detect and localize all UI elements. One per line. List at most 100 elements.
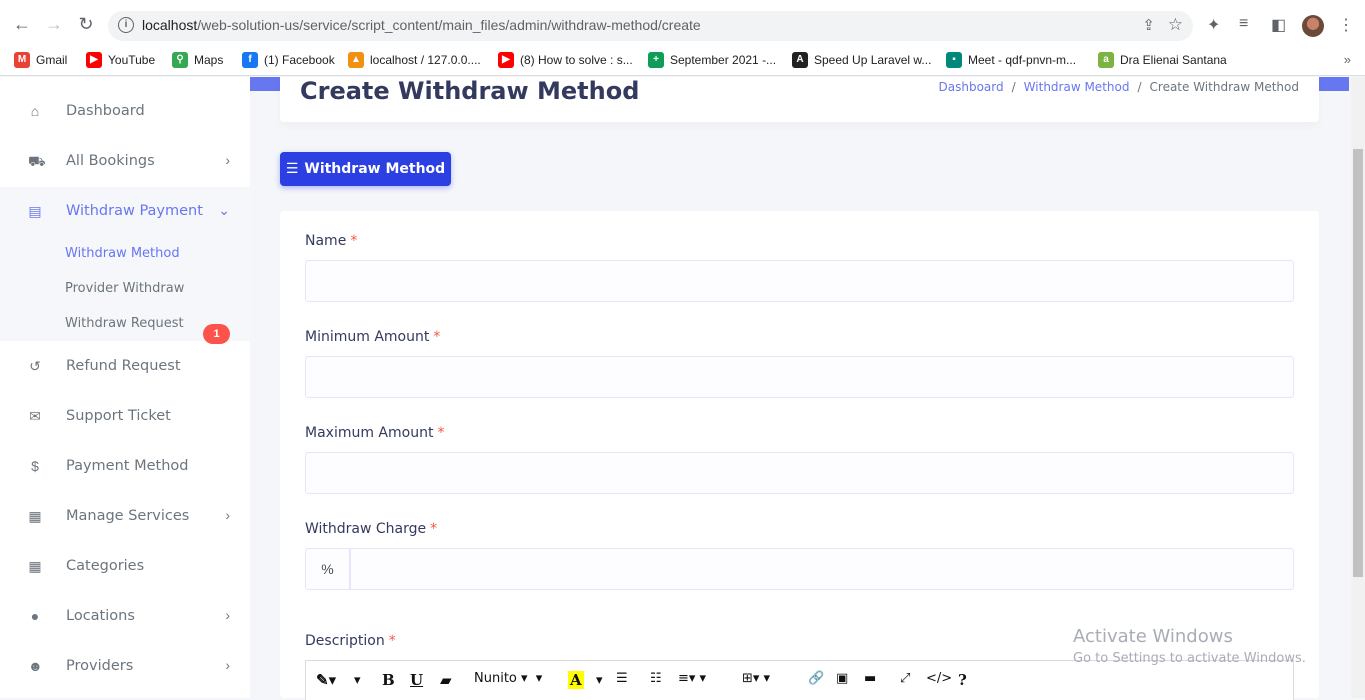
sidebar-item-manage-services[interactable]: ▦ Manage Services ›	[0, 492, 250, 542]
caret-down-icon[interactable]: ▾	[596, 673, 603, 688]
align-icon[interactable]: ≡▾ ▾	[678, 671, 706, 686]
laravel-icon: A	[792, 52, 808, 68]
breadcrumb: Dashboard / Withdraw Method / Create Withdra…	[939, 80, 1299, 94]
header-accent	[1319, 77, 1349, 91]
sidebar-item-categories[interactable]: ▦ Categories	[0, 542, 250, 592]
sidebar-item-withdraw-payment[interactable]: ▤ Withdraw Payment ⌄	[0, 187, 250, 237]
withdraw-charge-label: Withdraw Charge *	[305, 521, 437, 537]
unordered-list-icon[interactable]: ☰	[616, 671, 628, 686]
percent-prepend: %	[305, 548, 350, 590]
sidebar-item-label: Refund Request	[66, 358, 181, 374]
required-mark: *	[388, 633, 396, 649]
extensions-icon[interactable]: ✦	[1207, 15, 1220, 35]
code-view-icon[interactable]: </>	[926, 671, 952, 686]
url-text[interactable]: localhost/web-solution-us/service/script…	[142, 17, 701, 33]
maximum-amount-label: Maximum Amount *	[305, 425, 444, 441]
image-icon[interactable]: ▣	[836, 671, 848, 686]
caret-down-icon[interactable]: ▾	[354, 673, 361, 688]
sidebar-item-label: Categories	[66, 558, 145, 574]
maximum-amount-input[interactable]	[305, 452, 1294, 494]
bookmark-star-icon[interactable]: ☆	[1168, 15, 1183, 35]
withdraw-charge-label-text: Withdraw Charge	[305, 521, 427, 537]
profile-avatar[interactable]	[1302, 15, 1324, 37]
minimum-amount-label: Minimum Amount *	[305, 329, 440, 345]
bookmark-item[interactable]: f (1) Facebook	[242, 52, 335, 68]
withdraw-method-list-button[interactable]: ☰ Withdraw Method	[280, 152, 451, 186]
bookmark-label: localhost / 127.0.0....	[370, 53, 481, 67]
bookmark-label: Maps	[194, 53, 224, 67]
reload-icon[interactable]: ↻	[76, 14, 96, 34]
bookmark-item[interactable]: A Speed Up Laravel w...	[792, 52, 931, 68]
side-panel-icon[interactable]: ◧	[1271, 15, 1286, 35]
url-path: /web-solution-us/service/script_content/…	[197, 17, 701, 33]
text-color-icon[interactable]: A	[568, 671, 584, 689]
bookmark-item[interactable]: ▶ YouTube	[86, 52, 155, 68]
bold-icon[interactable]: B	[382, 671, 395, 689]
address-bar[interactable]: i localhost/web-solution-us/service/scri…	[108, 11, 1193, 41]
section-header: Create Withdraw Method Dashboard / Withdra…	[280, 77, 1319, 122]
bookmarks-overflow-icon[interactable]: »	[1344, 52, 1351, 67]
bookmark-label: (8) How to solve : s...	[520, 53, 633, 67]
bookmark-item[interactable]: ▲ localhost / 127.0.0....	[348, 52, 481, 68]
bookmark-item[interactable]: ▪ Meet - qdf-pnvn-m...	[946, 52, 1076, 68]
bookmark-item[interactable]: M Gmail	[14, 52, 67, 68]
sidebar-item-all-bookings[interactable]: ⛟ All Bookings ›	[0, 137, 250, 187]
bookmark-item[interactable]: + September 2021 -...	[648, 52, 776, 68]
magic-wand-icon[interactable]: ✎▾	[316, 671, 336, 689]
bookmark-label: YouTube	[108, 53, 156, 67]
sidebar-subitem-withdraw-request[interactable]: Withdraw Request	[65, 316, 184, 331]
description-label-text: Description	[305, 633, 385, 649]
sidebar-subitem-withdraw-method[interactable]: Withdraw Method	[65, 246, 180, 261]
form-card: Name * Minimum Amount * Maximum Amount * Wi…	[280, 211, 1319, 700]
bookmark-item[interactable]: ⚲ Maps	[172, 52, 223, 68]
video-icon[interactable]: ▬	[864, 671, 876, 686]
breadcrumb-dashboard[interactable]: Dashboard	[939, 80, 1004, 94]
description-label: Description *	[305, 633, 396, 649]
url-host: localhost	[142, 17, 198, 33]
phpmyadmin-icon: ▲	[348, 52, 364, 68]
back-icon[interactable]: ←	[12, 14, 32, 34]
ordered-list-icon[interactable]: ☷	[650, 671, 662, 686]
bookmark-label: Speed Up Laravel w...	[814, 53, 932, 67]
sidebar-item-dashboard[interactable]: ⌂ Dashboard	[0, 87, 250, 137]
forward-icon[interactable]: →	[44, 14, 64, 34]
minimum-amount-label-text: Minimum Amount	[305, 329, 430, 345]
sidebar-item-support-ticket[interactable]: ✉ Support Ticket	[0, 392, 250, 442]
share-icon[interactable]: ⇪	[1142, 16, 1155, 34]
name-input[interactable]	[305, 260, 1294, 302]
bookmark-item[interactable]: ▶ (8) How to solve : s...	[498, 52, 633, 68]
breadcrumb-withdraw-method[interactable]: Withdraw Method	[1024, 80, 1130, 94]
youtube-icon: ▶	[86, 52, 102, 68]
font-family-dropdown[interactable]: Nunito ▾ ▾	[474, 671, 542, 686]
underline-icon[interactable]: U	[410, 671, 423, 689]
bookmark-item[interactable]: a Dra Elienai Santana	[1098, 52, 1227, 68]
minimum-amount-input[interactable]	[305, 356, 1294, 398]
link-icon[interactable]: 🔗	[808, 671, 824, 686]
grid-icon: ▦	[28, 558, 42, 574]
menu-icon[interactable]: ⋮	[1338, 15, 1354, 35]
activate-windows-title: Activate Windows	[1073, 626, 1233, 647]
page-scrollbar[interactable]	[1351, 77, 1365, 698]
sidebar-item-label: Dashboard	[66, 103, 145, 119]
site-info-icon[interactable]: i	[118, 17, 134, 33]
cart-icon: ⛟	[28, 153, 46, 169]
sidebar-item-payment-method[interactable]: $ Payment Method	[0, 442, 250, 492]
fullscreen-icon[interactable]: ⤢	[900, 671, 910, 686]
sidebar-subitem-provider-withdraw[interactable]: Provider Withdraw	[65, 281, 184, 296]
sidebar-item-locations[interactable]: ● Locations ›	[0, 592, 250, 642]
withdraw-method-button-label: Withdraw Method	[304, 161, 446, 177]
bookmark-label: Dra Elienai Santana	[1120, 53, 1227, 67]
sidebar-item-providers[interactable]: ☻ Providers ›	[0, 642, 250, 692]
table-icon[interactable]: ⊞▾ ▾	[742, 671, 770, 686]
withdraw-charge-input[interactable]	[350, 548, 1294, 590]
help-icon[interactable]: ?	[958, 671, 967, 689]
eraser-icon[interactable]: ▰	[440, 671, 452, 689]
required-mark: *	[430, 521, 438, 537]
map-pin-icon: ●	[30, 608, 40, 624]
chevron-right-icon: ›	[225, 657, 230, 673]
scrollbar-thumb[interactable]	[1353, 149, 1363, 577]
sidebar-item-refund-request[interactable]: ↺ Refund Request	[0, 342, 250, 392]
list-icon: ☰	[285, 161, 299, 177]
home-icon: ⌂	[30, 103, 40, 119]
media-queue-icon[interactable]: ≡	[1239, 15, 1248, 33]
